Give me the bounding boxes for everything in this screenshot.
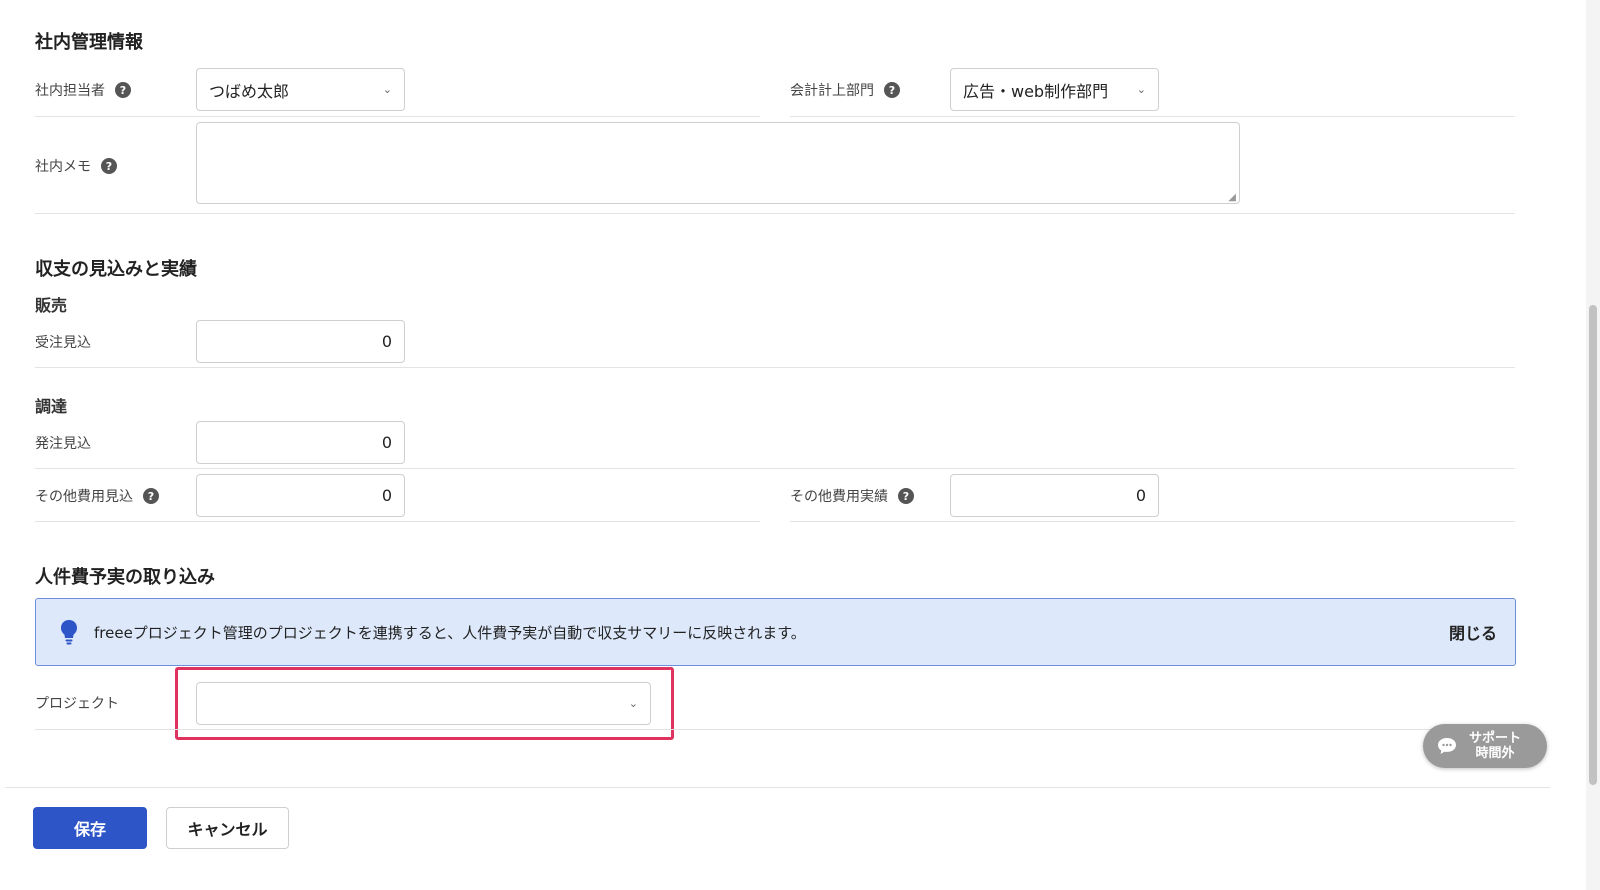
dept-select-value: 広告・web制作部門 (963, 81, 1109, 101)
purchase-forecast-label: 発注見込 (35, 436, 91, 452)
divider (790, 521, 1515, 522)
close-banner-button[interactable]: 閉じる (1449, 620, 1497, 644)
support-line1: サポート (1469, 731, 1522, 746)
internal-section-title: 社内管理情報 (35, 32, 143, 53)
chevron-down-icon: ⌄ (1136, 83, 1146, 96)
info-banner-text: freeeプロジェクト管理のプロジェクトを連携すると、人件費予実が自動で収支サマ… (94, 623, 806, 642)
order-forecast-value: 0 (381, 332, 392, 351)
purchase-forecast-input[interactable]: 0 (196, 421, 405, 464)
support-chat-button[interactable]: サポート 時間外 (1423, 724, 1547, 768)
page: 社内管理情報 社内担当者 ? つばめ太郎 ⌄ 会計計上部門 ? 広告・web制作… (5, 0, 1550, 890)
owner-label-row: 社内担当者 ? (35, 80, 131, 100)
project-label: プロジェクト (35, 696, 119, 712)
info-banner: freeeプロジェクト管理のプロジェクトを連携すると、人件費予実が自動で収支サマ… (35, 598, 1516, 666)
purchase-forecast-value: 0 (381, 433, 392, 452)
help-icon[interactable]: ? (884, 82, 900, 98)
project-select[interactable]: ⌄ (196, 682, 651, 725)
dept-label-row: 会計計上部門 ? (790, 80, 900, 100)
save-button[interactable]: 保存 (33, 807, 147, 849)
divider (35, 213, 1515, 214)
chat-bubble-icon (1438, 738, 1456, 754)
help-icon[interactable]: ? (898, 488, 914, 504)
finance-section-title: 収支の見込みと実績 (35, 259, 197, 280)
chevron-down-icon: ⌄ (628, 697, 638, 710)
divider (790, 116, 1515, 117)
order-forecast-label: 受注見込 (35, 335, 91, 351)
memo-textarea[interactable]: ◢ (196, 122, 1240, 204)
help-icon[interactable]: ? (143, 488, 159, 504)
footer-divider (5, 787, 1550, 788)
owner-label: 社内担当者 (35, 83, 105, 99)
other-actual-value: 0 (1135, 486, 1146, 505)
divider (35, 729, 1515, 730)
chevron-down-icon: ⌄ (382, 83, 392, 96)
scrollbar-thumb[interactable] (1589, 305, 1597, 785)
support-text: サポート 時間外 (1469, 731, 1521, 761)
memo-label-row: 社内メモ ? (35, 156, 117, 176)
divider (35, 468, 1515, 469)
divider (35, 116, 760, 117)
other-forecast-label: その他費用見込 (35, 489, 133, 505)
other-actual-label-row: その他費用実績 ? (790, 486, 914, 506)
divider (35, 367, 1515, 368)
labor-section-title: 人件費予実の取り込み (35, 567, 215, 588)
other-forecast-label-row: その他費用見込 ? (35, 486, 159, 506)
dept-label: 会計計上部門 (790, 83, 874, 99)
lightbulb-icon (61, 620, 77, 645)
cancel-button[interactable]: キャンセル (166, 807, 289, 849)
divider (35, 521, 760, 522)
help-icon[interactable]: ? (101, 158, 117, 174)
help-icon[interactable]: ? (115, 82, 131, 98)
other-forecast-input[interactable]: 0 (196, 474, 405, 517)
other-actual-input[interactable]: 0 (950, 474, 1159, 517)
order-forecast-input[interactable]: 0 (196, 320, 405, 363)
procurement-subtitle: 調達 (35, 397, 68, 416)
resize-handle-icon[interactable]: ◢ (1228, 192, 1236, 203)
support-line2: 時間外 (1475, 746, 1515, 761)
other-forecast-value: 0 (381, 486, 392, 505)
other-actual-label: その他費用実績 (790, 489, 888, 505)
scrollbar-track[interactable] (1586, 0, 1600, 890)
sales-subtitle: 販売 (35, 296, 68, 315)
owner-select[interactable]: つばめ太郎 ⌄ (196, 68, 405, 111)
memo-label: 社内メモ (35, 159, 91, 175)
dept-select[interactable]: 広告・web制作部門 ⌄ (950, 68, 1159, 111)
owner-select-value: つばめ太郎 (209, 81, 290, 101)
